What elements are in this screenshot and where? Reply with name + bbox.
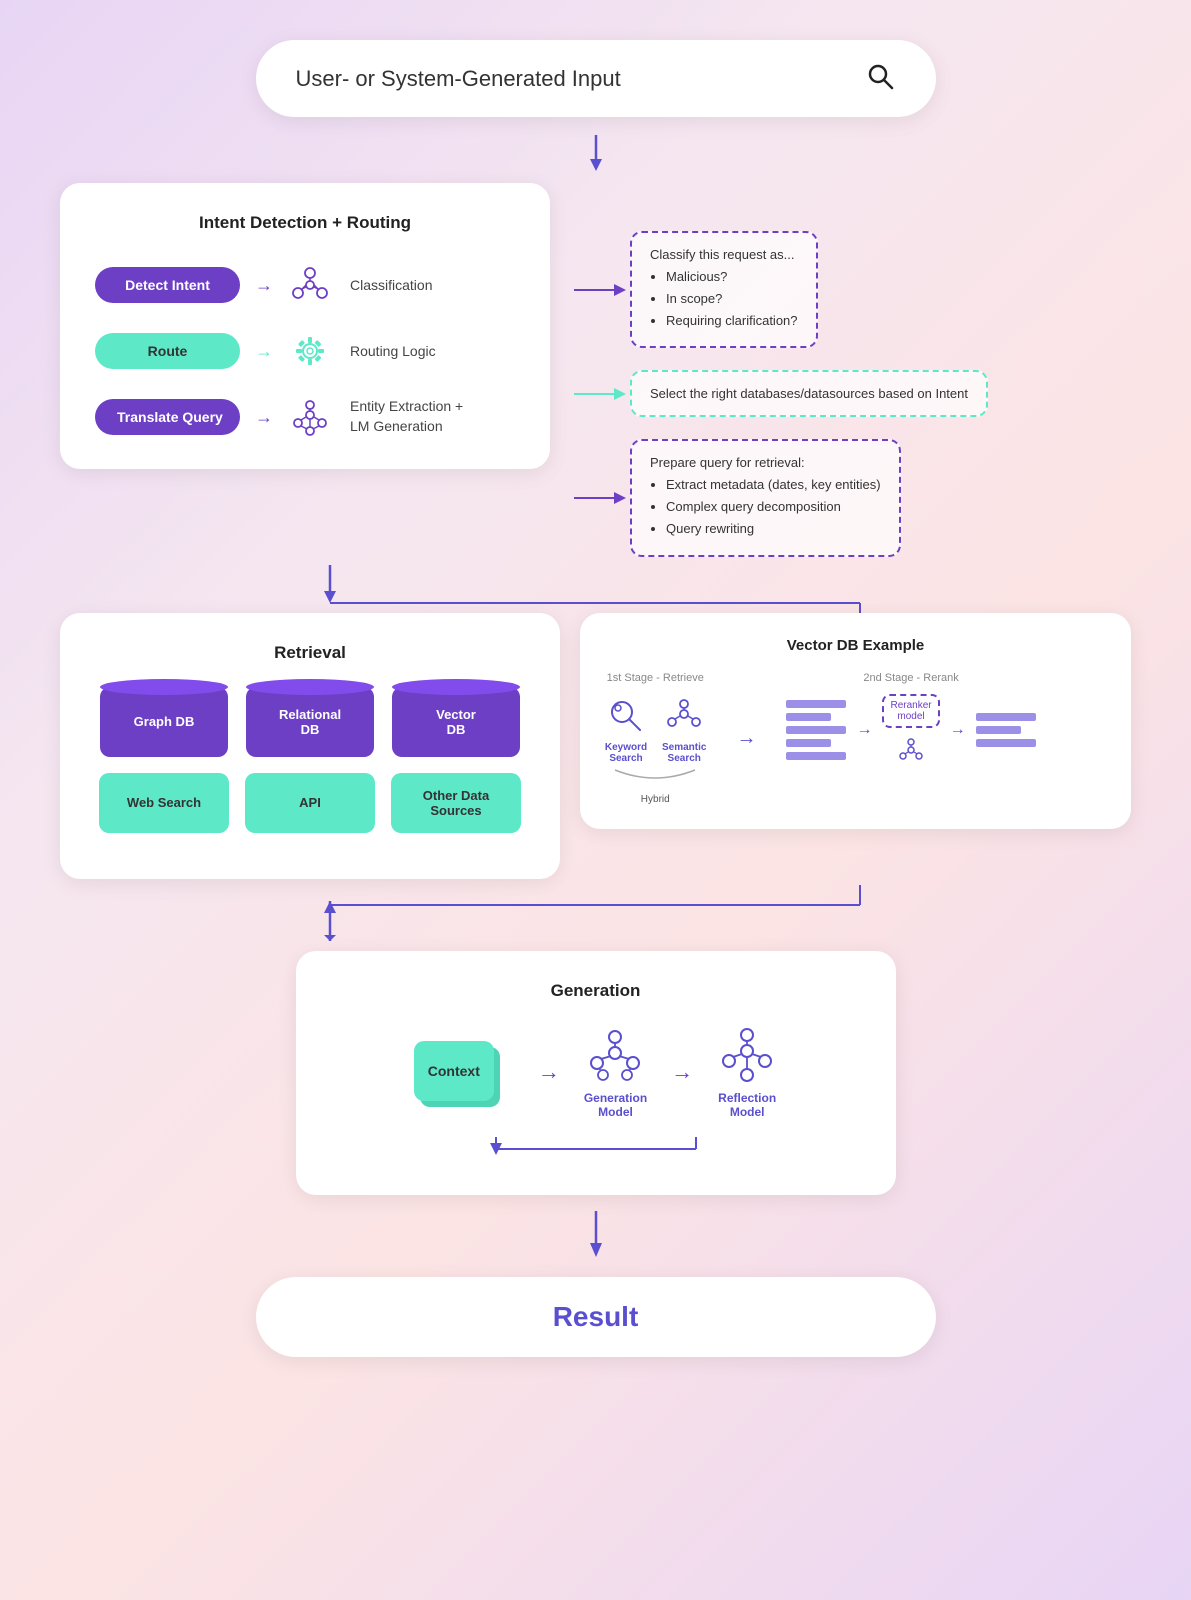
intent-row-route: Route → (95, 329, 515, 373)
reflection-model-label: Reflection Model (718, 1091, 776, 1119)
graph-db: Graph DB (99, 687, 229, 757)
callout-classify-text: Classify this request as... (650, 247, 798, 262)
arrow-detect: → (255, 275, 273, 296)
stage2-col: 2nd Stage - Rerank → Rerankermodel (786, 672, 1035, 766)
web-search-box: Web Search (99, 773, 229, 833)
gen-arrow2: → (671, 1059, 693, 1085)
rerank-arrow2: → (950, 721, 966, 739)
callout-item-malicious: Malicious? (666, 266, 798, 288)
hybrid-label: Hybrid (641, 794, 670, 805)
translate-query-button[interactable]: Translate Query (95, 399, 240, 435)
network-icon-classify (288, 263, 332, 307)
result-card: Result (256, 1277, 936, 1357)
connector-intent-retrieval (60, 565, 1131, 615)
arrow-translate: → (255, 407, 273, 428)
vector-db-card: Vector DB Example 1st Stage - Retrieve K… (580, 613, 1131, 829)
callout-item-metadata: Extract metadata (dates, key entities) (666, 474, 881, 496)
callout-column: Classify this request as... Malicious? I… (574, 183, 1131, 557)
routing-logic-label: Routing Logic (350, 343, 436, 359)
api-label: API (299, 795, 321, 810)
graph-db-label: Graph DB (134, 714, 195, 729)
intent-row-detect: Detect Intent → (95, 263, 515, 307)
other-sources-box: Other DataSources (391, 773, 521, 833)
web-search-label: Web Search (127, 795, 201, 810)
callout-classify: Classify this request as... Malicious? I… (630, 231, 818, 348)
generation-title: Generation (336, 981, 856, 1001)
feedback-loop (336, 1133, 856, 1165)
relational-db-label: RelationalDB (279, 707, 341, 737)
retrieval-title: Retrieval (90, 643, 530, 663)
other-sources-label: Other DataSources (423, 788, 489, 818)
connector-retrieval-generation (60, 885, 1131, 941)
result-list-after (976, 713, 1036, 747)
arrow-route: → (255, 341, 273, 362)
callout-item-rewriting: Query rewriting (666, 518, 881, 540)
intent-card-title: Intent Detection + Routing (95, 213, 515, 233)
relational-db-body: RelationalDB (246, 687, 374, 757)
keyword-search-label: KeywordSearch (605, 742, 647, 764)
stage1-col: 1st Stage - Retrieve KeywordSearch (604, 672, 706, 805)
search-bar[interactable]: User- or System-Generated Input (256, 40, 936, 117)
vector-db-label: VectorDB (436, 707, 476, 737)
context-label: Context (414, 1041, 494, 1101)
route-button[interactable]: Route (95, 333, 240, 369)
stage-arrow: → (736, 727, 756, 750)
generation-card: Generation Context → (296, 951, 896, 1195)
relational-db: RelationalDB (245, 687, 375, 757)
vector-db: VectorDB (391, 687, 521, 757)
vector-db-title: Vector DB Example (604, 637, 1107, 654)
callout-translate-text: Prepare query for retrieval: (650, 455, 881, 470)
retrieval-card: Retrieval Graph DB RelationalDB VectorDB (60, 613, 560, 879)
entity-extraction-label: Entity Extraction +LM Generation (350, 397, 463, 436)
api-box: API (245, 773, 375, 833)
stage2-label: 2nd Stage - Rerank (863, 672, 958, 684)
callout-route: Select the right databases/datasources b… (630, 370, 988, 417)
gear-icon-routing (288, 329, 332, 373)
reranker-box: Rerankermodel (882, 694, 939, 728)
teal-sources-row: Web Search API Other DataSources (90, 773, 530, 833)
stage1-icons: KeywordSearch (604, 694, 706, 764)
gen-arrow1: → (538, 1059, 560, 1085)
generation-model-label: Generation Model (584, 1091, 647, 1119)
semantic-search-item: SemanticSearch (662, 694, 706, 764)
retrieval-section: Retrieval Graph DB RelationalDB VectorDB (60, 613, 1131, 879)
detect-intent-button[interactable]: Detect Intent (95, 267, 240, 303)
vector-stages: 1st Stage - Retrieve KeywordSearch (604, 672, 1107, 805)
semantic-search-label: SemanticSearch (662, 742, 706, 764)
callout-translate: Prepare query for retrieval: Extract met… (630, 439, 901, 556)
arrow-generation-to-result (584, 1211, 608, 1261)
generation-section: Generation Context → (60, 951, 1131, 1195)
result-list-before (786, 700, 846, 760)
arrow-search-to-intent (584, 135, 608, 175)
gen-row: Context → (336, 1025, 856, 1119)
vector-db-body: VectorDB (392, 687, 520, 757)
keyword-search-item: KeywordSearch (604, 694, 648, 764)
classification-label: Classification (350, 277, 432, 293)
search-input-text: User- or System-Generated Input (296, 66, 621, 92)
callout-route-text: Select the right databases/datasources b… (650, 386, 968, 401)
intent-card: Intent Detection + Routing Detect Intent… (60, 183, 550, 469)
callout-item-clarification: Requiring clarification? (666, 310, 798, 332)
db-row: Graph DB RelationalDB VectorDB (90, 687, 530, 757)
graph-db-body: Graph DB (100, 687, 228, 757)
rerank-arrow: → (856, 721, 872, 739)
search-icon[interactable] (864, 60, 896, 97)
callout-item-decomposition: Complex query decomposition (666, 496, 881, 518)
intent-row-translate: Translate Query → (95, 395, 515, 439)
callout-item-inscope: In scope? (666, 288, 798, 310)
stage1-label: 1st Stage - Retrieve (607, 672, 704, 684)
network-icon-entity (288, 395, 332, 439)
result-label: Result (553, 1301, 639, 1332)
intent-section: Intent Detection + Routing Detect Intent… (60, 183, 1131, 557)
